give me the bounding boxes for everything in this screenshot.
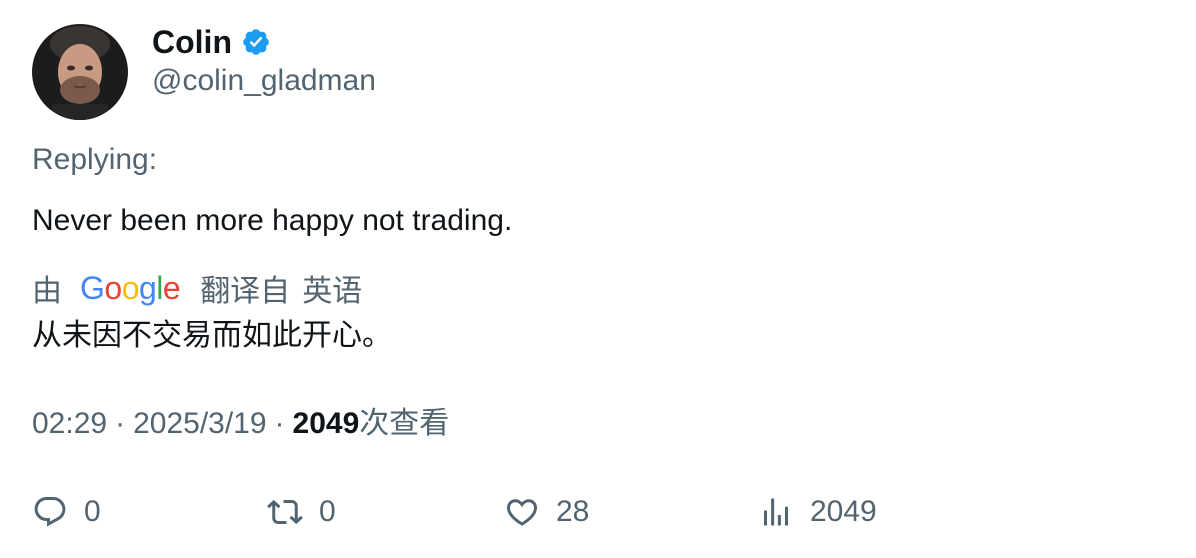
avatar-image bbox=[32, 24, 128, 120]
replying-label: Replying: bbox=[32, 143, 158, 176]
tweet-meta: 02:29 · 2025/3/19 · 2049次查看 bbox=[32, 404, 449, 444]
author-display-name[interactable]: Colin bbox=[152, 22, 232, 62]
verified-badge-icon bbox=[241, 27, 271, 57]
reply-icon bbox=[34, 497, 66, 527]
retweet-button[interactable]: 0 bbox=[267, 488, 336, 536]
translation-attribution: 由 Google 翻译自 英语 bbox=[32, 268, 362, 308]
retweet-count: 0 bbox=[319, 495, 336, 528]
analytics-icon bbox=[764, 498, 788, 526]
retweet-icon bbox=[267, 499, 303, 525]
views-action-count: 2049 bbox=[810, 495, 877, 528]
reply-button[interactable]: 0 bbox=[32, 488, 101, 536]
like-button[interactable]: 28 bbox=[504, 488, 589, 536]
translated-text: 从未因不交易而如此开心。 bbox=[32, 319, 392, 352]
tweet-time[interactable]: 02:29 bbox=[32, 407, 107, 440]
reply-count: 0 bbox=[84, 495, 101, 528]
heart-icon bbox=[506, 499, 538, 526]
source-language: 英语 bbox=[302, 275, 363, 308]
translated-by-label: 由 bbox=[32, 275, 62, 308]
like-count: 28 bbox=[556, 495, 590, 528]
tweet-text: Never been more happy not trading. bbox=[32, 204, 513, 237]
views-button[interactable]: 2049 bbox=[758, 488, 877, 536]
avatar[interactable] bbox=[32, 24, 128, 120]
action-bar: 0 0 28 2049 bbox=[0, 488, 1196, 536]
tweet-detail: Colin @colin_gladman Replying: Never bee… bbox=[0, 0, 1196, 558]
author-name-row: Colin bbox=[152, 22, 271, 62]
google-logo: Google bbox=[80, 270, 181, 306]
translated-from-label: 翻译自 bbox=[200, 275, 291, 308]
meta-separator: · bbox=[274, 407, 285, 440]
author-handle[interactable]: @colin_gladman bbox=[152, 62, 376, 100]
tweet-date[interactable]: 2025/3/19 bbox=[133, 407, 266, 440]
meta-separator: · bbox=[115, 407, 126, 440]
views-count: 2049 bbox=[292, 407, 360, 440]
views-label: 次查看 bbox=[359, 407, 450, 440]
